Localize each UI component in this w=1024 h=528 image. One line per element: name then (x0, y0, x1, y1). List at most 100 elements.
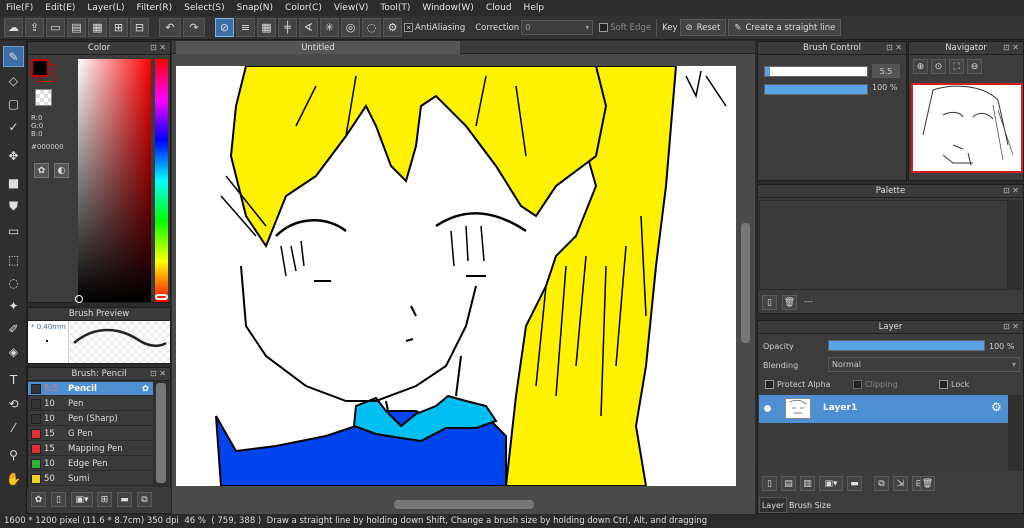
snap-parallel-icon[interactable]: ≡ (236, 18, 255, 37)
menu-view[interactable]: View(V) (328, 3, 375, 13)
select-rect-tool-icon[interactable]: ▢ (3, 93, 24, 114)
brush-size-value[interactable]: 5.5 (872, 64, 900, 78)
copy-brush-icon[interactable]: ⊞ (97, 492, 112, 507)
menu-window[interactable]: Window(W) (416, 3, 479, 13)
zoom-out-icon[interactable]: ⊖ (967, 59, 982, 74)
text-tool-icon[interactable]: T (3, 369, 24, 390)
antialiasing-checkbox[interactable]: ✕ (404, 23, 413, 32)
create-straight-line-button[interactable]: ✎ Create a straight line (728, 19, 842, 36)
canvas-vertical-scrollbar[interactable] (736, 55, 755, 495)
brush-tool-icon[interactable]: ✎ (3, 46, 24, 67)
document-tab[interactable]: Untitled (176, 41, 460, 54)
folder-icon[interactable]: ▬ (117, 492, 132, 507)
folder-icon[interactable]: ▤ (67, 18, 86, 37)
brush-list-item[interactable]: 15 Mapping Pen (28, 442, 153, 456)
select-tool-icon[interactable]: ⬚ (3, 249, 24, 270)
trash-icon[interactable]: 🗑 (920, 476, 935, 491)
duplicate-icon[interactable]: ⧉ (137, 492, 152, 507)
undo-icon[interactable]: ↶ (159, 18, 181, 37)
fit-view-icon[interactable]: ⛶ (949, 59, 964, 74)
color-mix-icon[interactable]: ◐ (54, 163, 69, 178)
dividing-tool-icon[interactable]: ⁄ (3, 417, 24, 438)
operation-tool-icon[interactable]: ⟲ (3, 393, 24, 414)
select-eraser-icon[interactable]: ◈ (3, 341, 24, 362)
magic-wand-tool-icon[interactable]: ✦ (3, 295, 24, 316)
snap-grid-icon[interactable]: ▦ (257, 18, 276, 37)
drawing-canvas[interactable] (176, 66, 736, 486)
layer-name[interactable]: Layer1 (823, 403, 857, 413)
palette-scrollbar[interactable] (1008, 200, 1022, 290)
brush-opacity-slider[interactable] (764, 84, 868, 95)
menu-file[interactable]: File(F) (0, 3, 39, 13)
palette-icon[interactable]: ✿ (34, 163, 49, 178)
transparent-color-swatch[interactable] (35, 89, 52, 106)
layer-scrollbar[interactable] (1008, 395, 1022, 471)
select-pen-tool-icon[interactable]: ✓ (3, 116, 24, 137)
panel-options-icon[interactable]: ⊡ ✕ (886, 43, 902, 52)
clipping-checkbox[interactable] (853, 380, 862, 389)
brush-list-scrollbar[interactable] (153, 381, 169, 487)
panel-options-icon[interactable]: ⊡ ✕ (1003, 322, 1019, 331)
hue-cursor[interactable] (155, 294, 168, 300)
eyedropper-tool-icon[interactable]: ⚲ (3, 444, 24, 465)
comment-icon[interactable]: ▭ (46, 18, 65, 37)
soft-edge-checkbox[interactable] (599, 23, 609, 32)
brush-list-item[interactable]: 10 Pen (28, 397, 153, 411)
layer-opacity-slider[interactable] (828, 340, 985, 351)
tab-brush-size[interactable]: Brush Size (788, 497, 832, 513)
menu-select[interactable]: Select(S) (178, 3, 231, 13)
panel-options-icon[interactable]: ⊡ ✕ (1003, 186, 1019, 195)
new-swatch-icon[interactable]: ▯ (762, 295, 777, 310)
panel-options-icon[interactable]: ⊡ ✕ (150, 369, 166, 378)
panel-options-icon[interactable]: ⊡ ✕ (1003, 43, 1019, 52)
hand-tool-icon[interactable]: ✋ (3, 468, 24, 489)
add-brush-icon[interactable]: ▣▾ (71, 492, 93, 507)
brush-size-slider[interactable] (764, 66, 868, 77)
menu-filter[interactable]: Filter(R) (131, 3, 179, 13)
gradient-tool-icon[interactable]: ▭ (3, 220, 24, 241)
saturation-value-picker[interactable] (78, 59, 151, 302)
reset-button[interactable]: ⊘ Reset (679, 19, 727, 36)
add-layer-menu-icon[interactable]: ▣▾ (819, 476, 843, 491)
new-halftone-layer-icon[interactable]: ▤ (781, 476, 796, 491)
snap-radial-icon[interactable]: ✳ (320, 18, 339, 37)
sv-cursor[interactable] (75, 295, 83, 303)
canvas-horizontal-scrollbar[interactable] (172, 495, 755, 514)
move-tool-icon[interactable]: ✥ (3, 145, 24, 166)
snap-cross-icon[interactable]: ╪ (278, 18, 297, 37)
new-layer-icon[interactable]: ▯ (762, 476, 777, 491)
new-brush-icon[interactable]: ▯ (51, 492, 66, 507)
snap-settings-icon[interactable]: ⚙ (383, 18, 402, 37)
lock-checkbox[interactable] (939, 380, 948, 389)
new-layer-8bit-icon[interactable]: ▥ (800, 476, 815, 491)
folder-icon[interactable]: ▬ (847, 476, 862, 491)
panel-options-icon[interactable]: ⊡ ✕ (150, 43, 166, 52)
correction-select[interactable]: 0 ▾ (521, 20, 594, 35)
trash-icon[interactable]: 🗑 (782, 295, 797, 310)
brush-settings-icon[interactable]: ✿ (142, 384, 149, 394)
menu-color[interactable]: Color(C) (279, 3, 328, 13)
snap-vanish-icon[interactable]: ∢ (299, 18, 318, 37)
merge-down-icon[interactable]: ⇲ (893, 476, 908, 491)
grid-icon[interactable]: ⊞ (109, 18, 128, 37)
navigator-thumbnail[interactable] (911, 83, 1023, 173)
snap-circle-icon[interactable]: ◎ (341, 18, 360, 37)
brush-list-item[interactable]: 15 G Pen (28, 427, 153, 441)
snap-off-icon[interactable]: ⊘ (215, 18, 234, 37)
menu-tool[interactable]: Tool(T) (374, 3, 416, 13)
lasso-tool-icon[interactable]: ◌ (3, 272, 24, 293)
menu-cloud[interactable]: Cloud (480, 3, 518, 13)
select-pen-icon[interactable]: ✐ (3, 318, 24, 339)
tab-layer[interactable]: Layer (759, 497, 787, 513)
fill-rect-tool-icon[interactable]: ■ (3, 172, 24, 193)
brush-list-item[interactable]: 50 Sumi (28, 472, 153, 486)
protect-alpha-checkbox[interactable] (765, 380, 774, 389)
brush-settings-icon[interactable]: ✿ (31, 492, 46, 507)
cloud-icon[interactable]: ☁ (4, 18, 23, 37)
zoom-reset-icon[interactable]: ⊙ (931, 59, 946, 74)
menu-help[interactable]: Help (518, 3, 551, 13)
brush-list-item[interactable]: 10 Pen (Sharp) (28, 412, 153, 426)
share-icon[interactable]: ⇪ (25, 18, 44, 37)
page-icon[interactable]: ▦ (88, 18, 107, 37)
bucket-tool-icon[interactable]: ⛊ (3, 196, 24, 217)
